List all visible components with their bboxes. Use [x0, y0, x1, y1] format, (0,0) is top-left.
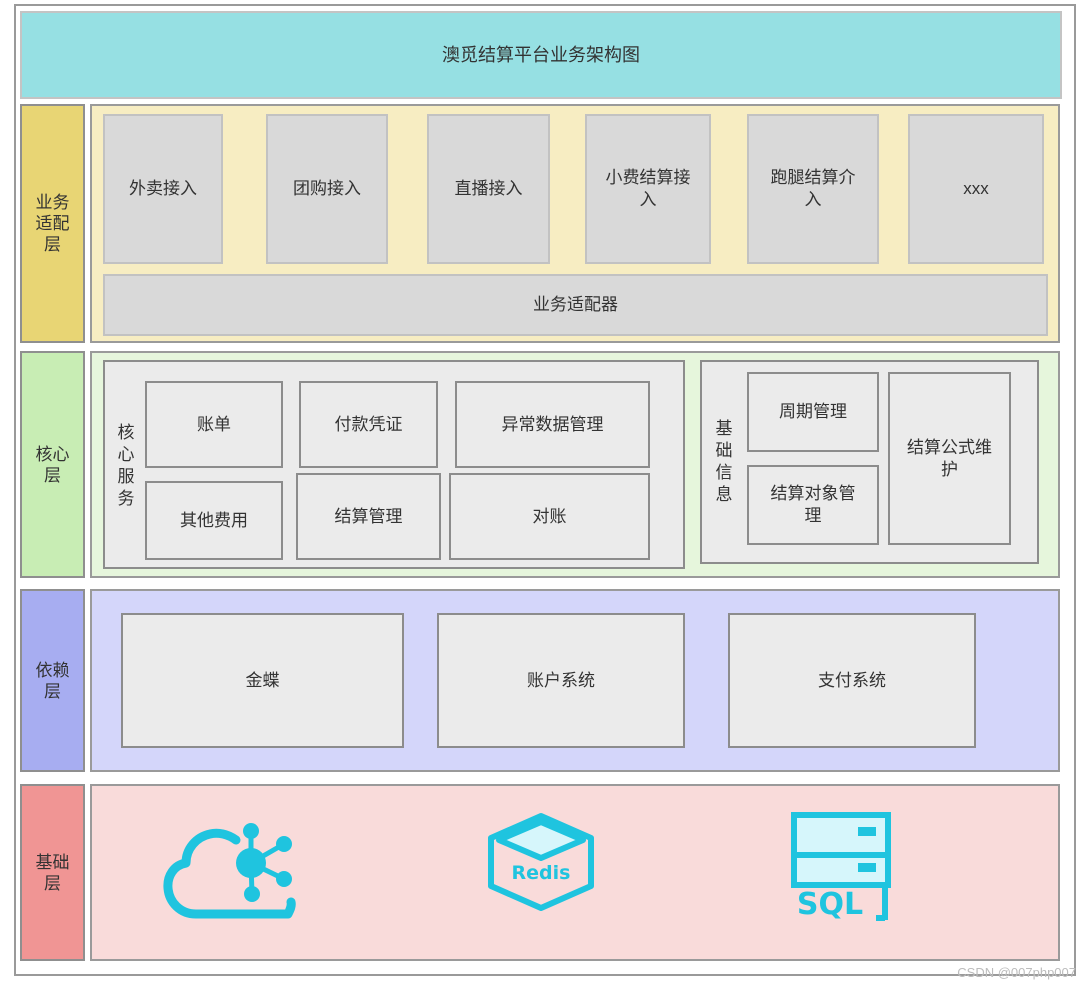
core-item-exception-data: 异常数据管理	[455, 381, 650, 468]
watermark: CSDN @007php007	[957, 965, 1076, 980]
core-service-label: 核心服务	[117, 423, 135, 508]
sql-icon-text: SQL	[796, 887, 864, 922]
base-item-cycle-management: 周期管理	[747, 372, 879, 452]
core-item-other-fees: 其他费用	[145, 481, 283, 560]
diagram-title: 澳觅结算平台业务架构图	[20, 11, 1062, 99]
business-adapter: 业务适配器	[103, 274, 1048, 336]
core-item-payment-voucher: 付款凭证	[299, 381, 438, 468]
base-item-settlement-formula: 结算公式维护	[888, 372, 1011, 545]
layer-label-business: 业务适配层	[20, 104, 85, 343]
base-item-settlement-object: 结算对象管理	[747, 465, 879, 545]
business-item-tip-settlement: 小费结算接入	[585, 114, 711, 264]
redis-icon-text: Redis	[511, 862, 571, 884]
dependency-item-payment-system: 支付系统	[728, 613, 976, 748]
layer-label-dependency: 依赖层	[20, 589, 85, 772]
base-info-label: 基础信息	[715, 419, 733, 504]
layer-label-core: 核心层	[20, 351, 85, 578]
business-item-errand-settlement: 跑腿结算介入	[747, 114, 879, 264]
business-item-more: xxx	[908, 114, 1044, 264]
business-item-takeout: 外卖接入	[103, 114, 223, 264]
cloud-network-icon	[162, 822, 297, 922]
business-item-groupbuy: 团购接入	[266, 114, 388, 264]
core-item-bill: 账单	[145, 381, 283, 468]
core-item-reconciliation: 对账	[449, 473, 650, 560]
layer-label-foundation: 基础层	[20, 784, 85, 961]
core-item-settlement-management: 结算管理	[296, 473, 441, 560]
dependency-item-kingdee: 金蝶	[121, 613, 404, 748]
business-item-livestream: 直播接入	[427, 114, 550, 264]
redis-icon: Redis	[485, 812, 597, 912]
dependency-item-account-system: 账户系统	[437, 613, 685, 748]
sql-database-icon: SQL	[788, 810, 896, 925]
